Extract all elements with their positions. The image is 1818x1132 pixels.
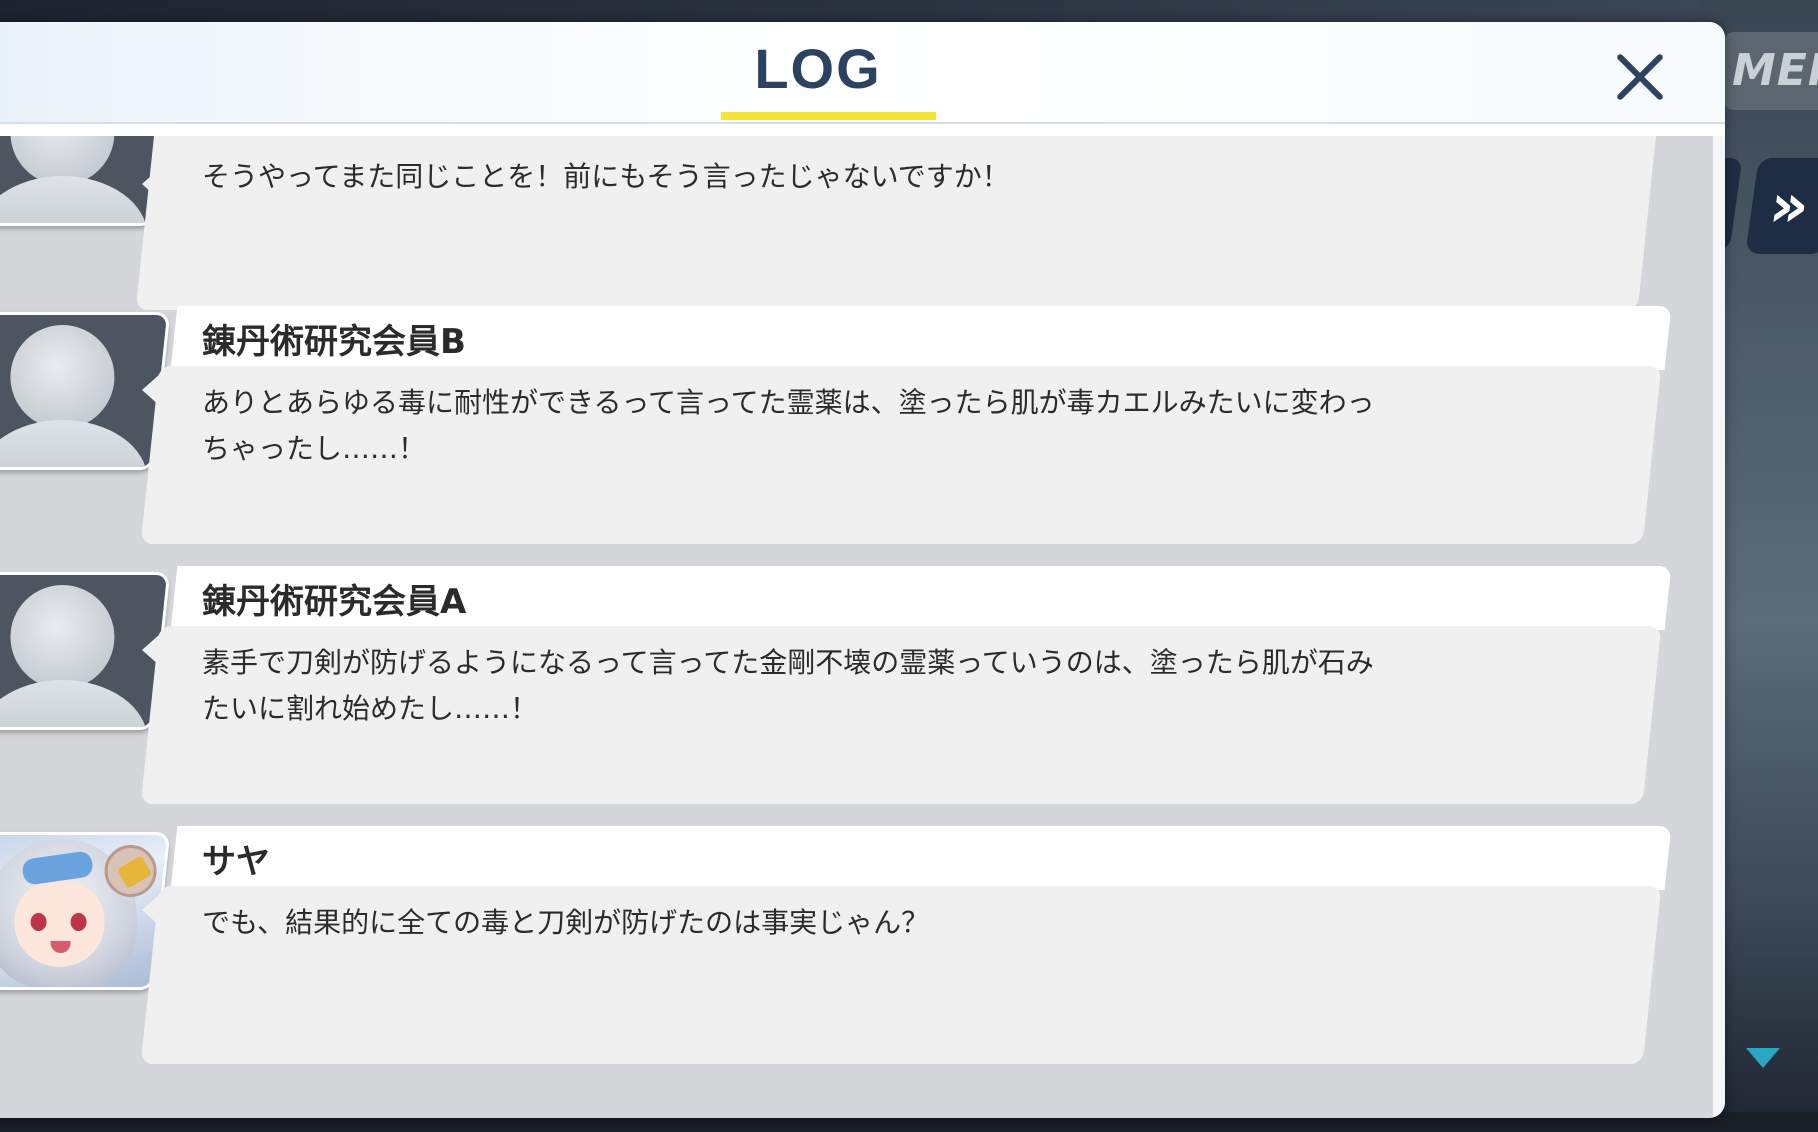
dialogue-text: 素手で刀剣が防げるようになるって言ってた金剛不壊の霊薬っていうのは、塗ったら肌が… (202, 646, 1374, 725)
avatar-silhouette-icon (0, 325, 148, 470)
log-list[interactable]: そうやってまた同じことを！前にもそう言ったじゃないですか！ 錬丹術研究会員B あ… (0, 136, 1713, 1118)
avatar-silhouette-icon (0, 585, 148, 730)
title-underline (721, 112, 936, 120)
log-entry: 錬丹術研究会員B ありとあらゆる毒に耐性ができるって言ってた霊薬は、塗ったら肌が… (0, 306, 1713, 572)
log-title: LOG (754, 37, 882, 100)
bubble-pointer (142, 634, 160, 666)
saya-portrait-icon (0, 835, 163, 990)
bubble-pointer (142, 374, 160, 406)
speaker-tab (170, 826, 1672, 890)
bubble-pointer (142, 894, 160, 926)
dialogue-text: でも、結果的に全ての毒と刀剣が防げたのは事実じゃん？ (202, 906, 930, 939)
dialogue-text: そうやってまた同じことを！前にもそう言ったじゃないですか！ (202, 160, 1010, 193)
log-entry: サヤ でも、結果的に全ての毒と刀剣が防げたのは事実じゃん？ (0, 826, 1713, 1092)
dialogue-text: ありとあらゆる毒に耐性ができるって言ってた霊薬は、塗ったら肌が毒カエルみたいに変… (202, 386, 1375, 465)
close-icon[interactable] (1605, 42, 1675, 112)
log-panel: LOG そうやってまた同じことを！前にもそう言ったじゃないですか！ 錬丹術研究会… (0, 22, 1725, 1118)
speaker-name: サヤ (202, 842, 270, 882)
log-header: LOG (0, 22, 1725, 124)
speaker-name: 錬丹術研究会員B (202, 322, 466, 362)
bubble-pointer (142, 168, 160, 200)
log-entry: 錬丹術研究会員A 素手で刀剣が防げるようになるって言ってた金剛不壊の霊薬っていう… (0, 566, 1713, 832)
scroll-down-arrow-icon[interactable] (1746, 1048, 1780, 1068)
speaker-name: 錬丹術研究会員A (202, 582, 467, 622)
scrollbar[interactable] (1713, 136, 1725, 1118)
menu-button[interactable]: MEN (1724, 32, 1818, 110)
skip-button[interactable]: » (1745, 158, 1818, 254)
avatar-silhouette-icon (0, 136, 148, 226)
